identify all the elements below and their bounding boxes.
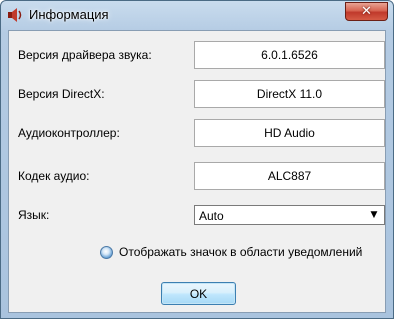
ok-button[interactable]: OK bbox=[161, 282, 236, 305]
audio-controller-value: HD Audio bbox=[194, 119, 385, 147]
audio-codec-row: Кодек аудио: ALC887 bbox=[18, 162, 385, 190]
notification-radio[interactable] bbox=[100, 246, 113, 259]
audio-codec-value: ALC887 bbox=[194, 162, 385, 190]
notification-label[interactable]: Отображать значок в области уведомлений bbox=[119, 245, 362, 259]
driver-version-row: Версия драйвера звука: 6.0.1.6526 bbox=[18, 41, 385, 69]
audio-controller-label: Аудиоконтроллер: bbox=[18, 126, 120, 140]
dialog-content: Версия драйвера звука: 6.0.1.6526 Версия… bbox=[8, 30, 386, 313]
driver-version-label: Версия драйвера звука: bbox=[18, 48, 152, 62]
language-selected-value: Auto bbox=[199, 209, 224, 223]
title-bar[interactable]: Информация ✕ bbox=[1, 1, 393, 29]
language-row: Язык: Auto ▼ bbox=[18, 201, 385, 229]
language-select[interactable]: Auto ▼ bbox=[194, 205, 385, 225]
audio-controller-row: Аудиоконтроллер: HD Audio bbox=[18, 119, 385, 147]
driver-version-value: 6.0.1.6526 bbox=[194, 41, 385, 69]
chevron-down-icon[interactable]: ▼ bbox=[367, 208, 381, 222]
dialog-window: Информация ✕ Версия драйвера звука: 6.0.… bbox=[0, 0, 394, 319]
directx-version-label: Версия DirectX: bbox=[18, 87, 105, 101]
audio-codec-label: Кодек аудио: bbox=[18, 169, 90, 183]
speaker-icon bbox=[7, 7, 23, 23]
directx-version-row: Версия DirectX: DirectX 11.0 bbox=[18, 80, 385, 108]
window-title: Информация bbox=[29, 7, 109, 22]
close-button[interactable]: ✕ bbox=[345, 2, 388, 21]
close-icon: ✕ bbox=[361, 4, 372, 19]
directx-version-value: DirectX 11.0 bbox=[194, 80, 385, 108]
language-label: Язык: bbox=[18, 208, 50, 222]
